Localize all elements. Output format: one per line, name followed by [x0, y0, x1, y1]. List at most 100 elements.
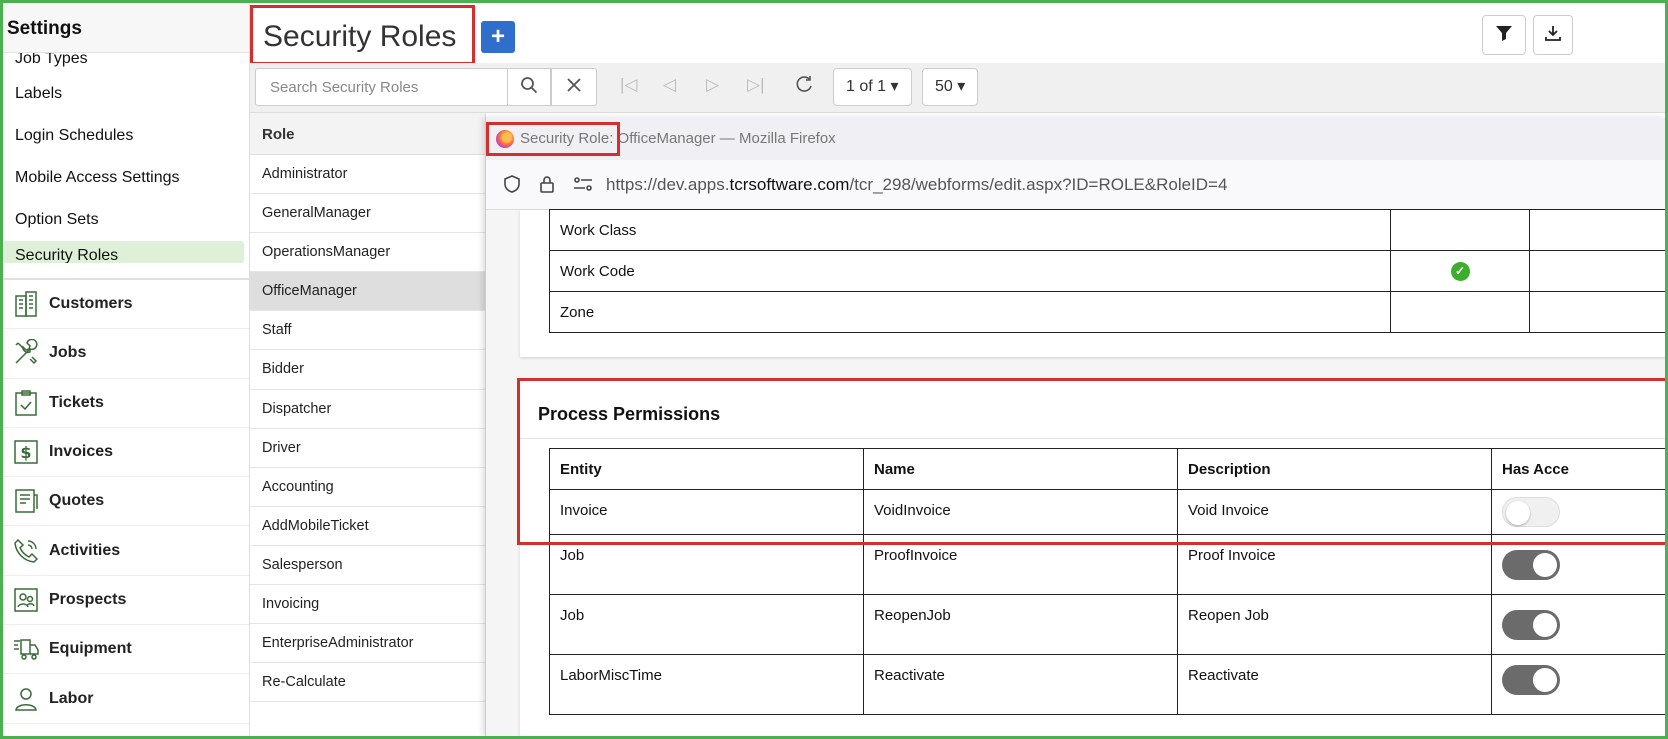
tools-icon [11, 338, 41, 368]
url-text[interactable]: https://dev.apps.tcrsoftware.com/tcr_298… [606, 175, 1227, 195]
entity-cell: Job [549, 594, 864, 655]
building-icon [11, 289, 41, 319]
main-nav: Customers Jobs Tickets $ Invoices Quotes… [3, 278, 249, 724]
role-row-salesperson[interactable]: Salesperson [250, 546, 485, 586]
settings-title: Settings [3, 3, 249, 53]
next-page-icon[interactable]: ▷ [706, 75, 719, 95]
nav-activities[interactable]: Activities [3, 526, 249, 576]
nav-jobs[interactable]: Jobs [3, 329, 249, 379]
search-input[interactable] [255, 68, 508, 106]
person-icon [11, 684, 41, 714]
entity-cell: LaborMiscTime [549, 654, 864, 715]
toggle-knob [1533, 612, 1557, 637]
download-button[interactable] [1533, 15, 1573, 55]
permission-cell[interactable] [1529, 209, 1665, 251]
permission-cell[interactable] [1529, 250, 1665, 292]
role-row-operationsmanager[interactable]: OperationsManager [250, 233, 485, 273]
contacts-icon [11, 585, 41, 615]
page-selector[interactable]: 1 of 1 ▾ [833, 68, 912, 106]
role-row-addmobileticket[interactable]: AddMobileTicket [250, 507, 485, 546]
role-row-officemanager[interactable]: OfficeManager [250, 272, 485, 312]
role-row-enterpriseadministrator[interactable]: EnterpriseAdministrator [250, 624, 485, 664]
lock-icon[interactable] [537, 174, 557, 199]
svg-text:$: $ [20, 443, 31, 462]
has-access-cell [1491, 594, 1665, 655]
clear-search-button[interactable] [551, 68, 597, 106]
nav-quotes[interactable]: Quotes [3, 477, 249, 527]
nav-tickets[interactable]: Tickets [3, 379, 249, 428]
permission-cell[interactable] [1390, 291, 1530, 333]
role-row-staff[interactable]: Staff [250, 311, 485, 351]
first-page-icon[interactable]: |◁ [620, 75, 638, 95]
url-path: /tcr_298/webforms/edit.aspx?ID=ROLE&Role… [849, 175, 1228, 194]
role-row-bidder[interactable]: Bidder [250, 350, 485, 390]
settings-item-security-roles[interactable]: Security Roles [3, 241, 244, 263]
settings-panel: Settings Job Types Labels Login Schedule… [3, 3, 250, 736]
table-row: Work Class [549, 209, 1665, 251]
add-role-button[interactable]: + [481, 21, 515, 53]
entity-name-cell: Zone [549, 291, 1391, 333]
page-title: Security Roles [250, 5, 475, 65]
toolbar: |◁ ◁ ▷ ▷| 1 of 1 ▾ 50 ▾ [250, 63, 1665, 113]
popup-titlebar: Security Role: OfficeManager — Mozilla F… [486, 118, 1665, 160]
settings-item-login-schedules[interactable]: Login Schedules [3, 115, 249, 157]
nav-labor-label: Labor [49, 689, 94, 707]
refresh-icon[interactable] [795, 75, 813, 98]
table-row: Zone [549, 291, 1665, 333]
process-permissions-highlight [517, 378, 1665, 545]
permission-cell[interactable]: ✓ [1390, 250, 1530, 292]
permissions-icon[interactable] [572, 174, 594, 199]
entity-name-cell: Work Code [549, 250, 1391, 292]
dollar-icon: $ [11, 437, 41, 467]
settings-list: Job Types Labels Login Schedules Mobile … [3, 53, 249, 278]
role-row-generalmanager[interactable]: GeneralManager [250, 194, 485, 234]
popup-body: Work Class Work Code ✓ Zone Process Perm… [486, 209, 1665, 736]
entity-permissions-card: Work Class Work Code ✓ Zone [520, 209, 1665, 357]
nav-equipment[interactable]: Equipment [3, 625, 249, 675]
check-icon: ✓ [1450, 261, 1470, 281]
shield-icon[interactable] [502, 174, 522, 199]
toggle-knob [1533, 552, 1557, 577]
nav-labor[interactable]: Labor [3, 674, 249, 724]
settings-item-mobile-access[interactable]: Mobile Access Settings [3, 157, 249, 199]
role-row-re-calculate[interactable]: Re-Calculate [250, 663, 485, 703]
table-row: Work Code ✓ [549, 250, 1665, 292]
entity-name-cell: Work Class [549, 209, 1391, 251]
description-cell: Reopen Job [1177, 594, 1492, 655]
role-row-administrator[interactable]: Administrator [250, 155, 485, 195]
settings-item-labels[interactable]: Labels [3, 73, 249, 115]
clipboard-check-icon [11, 388, 41, 418]
close-icon [566, 77, 582, 98]
role-row-invoicing[interactable]: Invoicing [250, 585, 485, 625]
has-access-cell [1491, 654, 1665, 715]
download-icon [1544, 24, 1562, 47]
permission-cell[interactable] [1390, 209, 1530, 251]
table-row: LaborMiscTime Reactivate Reactivate [549, 654, 1665, 715]
has-access-toggle[interactable] [1502, 609, 1560, 640]
nav-prospects[interactable]: Prospects [3, 576, 249, 626]
nav-activities-label: Activities [49, 541, 121, 559]
role-row-driver[interactable]: Driver [250, 429, 485, 468]
role-column-header[interactable]: Role [250, 113, 485, 155]
has-access-toggle[interactable] [1502, 665, 1560, 695]
search-icon [520, 76, 538, 99]
nav-customers[interactable]: Customers [3, 280, 249, 330]
prev-page-icon[interactable]: ◁ [663, 75, 676, 95]
nav-invoices[interactable]: $ Invoices [3, 428, 249, 478]
settings-item-job-types[interactable]: Job Types [3, 53, 249, 73]
url-prefix: https://dev.apps. [606, 175, 730, 194]
name-cell: Reactivate [863, 654, 1178, 715]
page-size-selector[interactable]: 50 ▾ [922, 68, 979, 106]
role-row-dispatcher[interactable]: Dispatcher [250, 390, 485, 429]
has-access-toggle[interactable] [1502, 549, 1560, 580]
filter-button[interactable] [1482, 15, 1526, 55]
permission-cell[interactable] [1529, 291, 1665, 333]
table-row: Job ReopenJob Reopen Job [549, 594, 1665, 655]
nav-quotes-label: Quotes [49, 492, 105, 510]
last-page-icon[interactable]: ▷| [747, 75, 765, 95]
search-button[interactable] [507, 68, 551, 106]
role-row-accounting[interactable]: Accounting [250, 468, 485, 507]
description-cell: Reactivate [1177, 654, 1492, 715]
settings-item-option-sets[interactable]: Option Sets [3, 199, 249, 241]
filter-icon [1495, 24, 1513, 47]
